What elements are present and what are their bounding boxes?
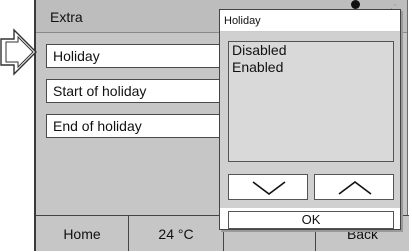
dialog-panel: Disabled Enabled <box>220 32 400 208</box>
ok-button[interactable]: OK <box>228 211 394 229</box>
temperature-value: 24 °C <box>158 226 194 242</box>
temperature-readout: 24 °C <box>128 215 223 251</box>
menu-item-label: Holiday <box>53 48 100 64</box>
home-label: Home <box>63 226 101 242</box>
menu-item-holiday[interactable]: Holiday <box>46 44 224 68</box>
holiday-dialog: Holiday Disabled Enabled OK <box>219 9 401 230</box>
chevron-up-icon <box>338 181 372 195</box>
menu-item-end-of-holiday[interactable]: End of holiday <box>46 114 224 138</box>
dialog-title: Holiday <box>220 10 400 32</box>
option-list[interactable]: Disabled Enabled <box>228 41 394 162</box>
option-enabled[interactable]: Enabled <box>229 59 393 76</box>
menu-item-start-of-holiday[interactable]: Start of holiday <box>46 79 224 103</box>
screen-title: Extra <box>50 9 83 25</box>
option-disabled[interactable]: Disabled <box>229 42 393 59</box>
ok-label: OK <box>301 212 321 227</box>
menu-item-label: End of holiday <box>53 118 142 134</box>
status-indicator <box>351 0 360 9</box>
scroll-down-button[interactable] <box>228 174 308 200</box>
scroll-up-button[interactable] <box>314 174 394 200</box>
chevron-down-icon <box>252 181 286 195</box>
menu-item-label: Start of holiday <box>53 83 147 99</box>
selection-pointer-icon <box>0 28 37 76</box>
home-button[interactable]: Home <box>36 215 128 251</box>
